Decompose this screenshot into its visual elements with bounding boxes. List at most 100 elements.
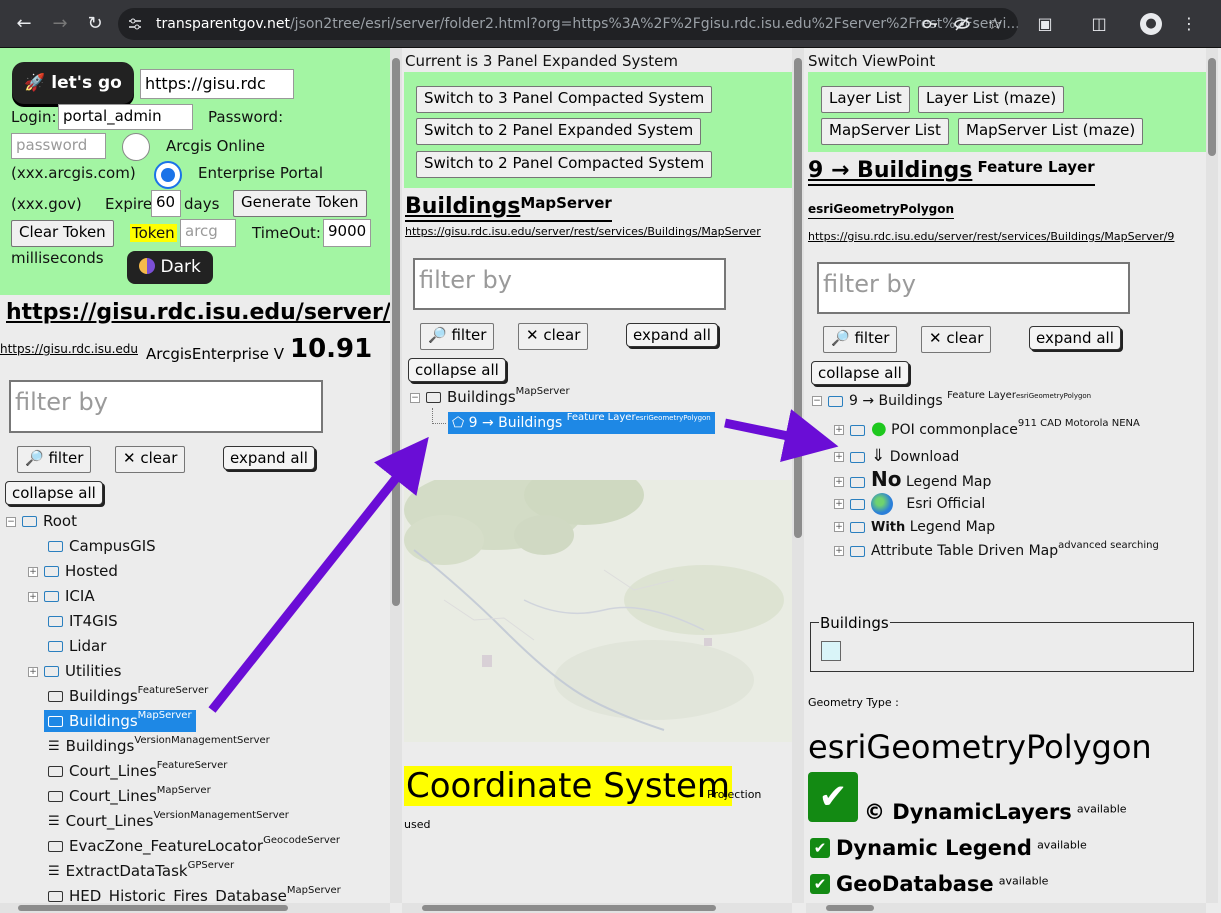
expand-toggle-icon[interactable]: + (834, 499, 844, 509)
dark-mode-button[interactable]: Dark (127, 251, 213, 284)
tree-node-root[interactable]: − Root (6, 510, 77, 532)
tree-node-mapserver[interactable]: − BuildingsMapServer (410, 386, 570, 408)
expand-all-button[interactable]: expand all (1029, 326, 1121, 350)
arcgis-online-radio[interactable] (122, 133, 150, 161)
tree-node-tool[interactable]: + Esri Official (834, 493, 985, 515)
expand-toggle-icon[interactable]: + (834, 452, 844, 462)
filter-button[interactable]: 🔎 filter (17, 446, 92, 473)
tree-node-layer[interactable]: −9 → Buildings Feature LayeresriGeometry… (812, 390, 1091, 412)
clear-token-button[interactable]: Clear Token (11, 220, 114, 247)
clear-button[interactable]: ✕ clear (518, 323, 589, 350)
filter-input[interactable]: filter by (413, 258, 726, 310)
expand-toggle-icon[interactable]: + (834, 522, 844, 532)
expand-toggle-icon[interactable]: + (834, 425, 844, 435)
expand-toggle-icon[interactable]: + (834, 477, 844, 487)
layers-stack-icon: ☰ (48, 738, 60, 754)
server-link[interactable]: https://gisu.rdc.isu.edu (0, 342, 138, 356)
middle-hscrollbar[interactable] (402, 903, 792, 913)
expand-toggle-icon[interactable]: + (28, 566, 38, 577)
map-server-icon (48, 891, 63, 902)
generate-token-button[interactable]: Generate Token (233, 190, 367, 217)
polygon-icon: ⬠ (452, 415, 465, 431)
server-url-input[interactable]: https://gisu.rdc (140, 69, 294, 99)
folder-icon (850, 424, 865, 436)
clear-button[interactable]: ✕ clear (115, 446, 186, 473)
expand-toggle-icon[interactable]: + (28, 591, 38, 602)
layer-list-button[interactable]: Layer List (821, 86, 910, 113)
tree-node-tool[interactable]: + With Legend Map (834, 516, 995, 538)
collapse-all-button[interactable]: collapse all (5, 481, 103, 505)
filter-input[interactable]: filter by (9, 380, 323, 433)
folder-icon (850, 545, 865, 557)
collapse-all-button[interactable]: collapse all (408, 358, 506, 382)
enterprise-portal-radio[interactable] (154, 161, 182, 189)
expire-input[interactable]: 60 (151, 190, 181, 217)
tree-node-folder[interactable]: IT4GIS (48, 610, 118, 632)
right-vscrollbar[interactable] (1206, 48, 1218, 903)
lets-go-button[interactable]: 🚀 let's go (12, 62, 134, 104)
right-hscrollbar[interactable] (806, 903, 1206, 913)
tree-node-folder[interactable]: + Utilities (28, 660, 121, 682)
tree-node-tool[interactable]: + No Legend Map (834, 468, 991, 490)
middle-vscrollbar[interactable] (792, 48, 804, 903)
tree-node-folder[interactable]: CampusGIS (48, 535, 156, 557)
bookmark-star-icon[interactable]: ☆ (984, 13, 1006, 35)
server-url-title[interactable]: https://gisu.rdc.isu.edu/server/rest (6, 300, 390, 325)
expand-all-button[interactable]: expand all (626, 323, 718, 347)
profile-avatar-icon[interactable]: ● (1140, 13, 1162, 35)
mapserver-list-maze-button[interactable]: MapServer List (maze) (958, 118, 1144, 145)
collapse-toggle-icon[interactable]: − (812, 396, 822, 406)
tree-node-folder[interactable]: Lidar (48, 635, 106, 657)
collapse-toggle-icon[interactable]: − (6, 516, 16, 527)
tree-node-service[interactable]: BuildingsFeatureServer (48, 685, 208, 707)
filter-button[interactable]: 🔎 filter (823, 326, 898, 353)
switch-3-compact-button[interactable]: Switch to 3 Panel Compacted System (416, 86, 713, 113)
mapserver-list-button[interactable]: MapServer List (821, 118, 949, 145)
tree-node-tool[interactable]: + ⇓ Download (834, 445, 959, 467)
layer-list-maze-button[interactable]: Layer List (maze) (918, 86, 1065, 113)
service-url-link[interactable]: https://gisu.rdc.isu.edu/server/rest/ser… (405, 225, 761, 238)
tree-node-tool[interactable]: + Attribute Table Driven Mapadvanced sear… (834, 540, 1159, 562)
switch-2-compact-button[interactable]: Switch to 2 Panel Compacted System (416, 151, 713, 178)
address-bar[interactable]: transparentgov.net/json2tree/esri/server… (118, 8, 1018, 40)
projection-note-used: used (404, 818, 431, 831)
tree-node-service[interactable]: Court_LinesMapServer (48, 785, 211, 807)
expand-toggle-icon[interactable]: + (834, 546, 844, 556)
forward-icon[interactable]: → (48, 12, 72, 36)
left-hscrollbar[interactable] (0, 903, 390, 913)
login-input[interactable]: portal_admin (58, 104, 193, 130)
extensions-icon[interactable]: ▣ (1034, 13, 1056, 35)
expand-all-button[interactable]: expand all (223, 446, 315, 470)
tree-node-layer-selected[interactable]: ⬠ 9 → Buildings Feature LayeresriGeometr… (448, 412, 715, 434)
collapse-toggle-icon[interactable]: − (410, 392, 420, 403)
layer-url-link[interactable]: https://gisu.rdc.isu.edu/server/rest/ser… (808, 230, 1174, 243)
clear-button[interactable]: ✕ clear (921, 326, 992, 353)
tree-node-service[interactable]: ☰ Court_LinesVersionManagementServer (48, 810, 289, 832)
tree-node-service[interactable]: Court_LinesFeatureServer (48, 760, 227, 782)
tree-node-service[interactable]: ☰ BuildingsVersionManagementServer (48, 735, 270, 757)
expand-toggle-icon[interactable]: + (28, 666, 38, 677)
service-title: BuildingsMapServer (405, 194, 612, 222)
switch-2-expanded-button[interactable]: Switch to 2 Panel Expanded System (416, 118, 702, 145)
tree-node-service[interactable]: ☰ ExtractDataTaskGPServer (48, 860, 234, 882)
tree-node-tool[interactable]: + ● POI commonplace911 CAD Motorola NENA (834, 418, 1140, 440)
timeout-input[interactable]: 9000 (323, 219, 371, 247)
site-settings-icon[interactable] (128, 17, 142, 31)
side-panel-icon[interactable]: ◫ (1088, 13, 1110, 35)
tree-node-service[interactable]: EvacZone_FeatureLocatorGeocodeServer (48, 835, 340, 857)
menu-kebab-icon[interactable]: ⋮ (1178, 13, 1200, 35)
token-input[interactable]: arcg (180, 219, 236, 247)
collapse-all-button[interactable]: collapse all (811, 361, 909, 385)
tree-node-service-selected[interactable]: BuildingsMapServer (44, 710, 196, 732)
tree-node-folder[interactable]: + ICIA (28, 585, 95, 607)
filter-input[interactable]: filter by (817, 262, 1130, 314)
map-preview[interactable] (404, 480, 792, 742)
key-icon[interactable] (922, 16, 938, 32)
eye-off-icon[interactable] (954, 16, 970, 32)
password-input[interactable]: password (11, 133, 106, 159)
back-icon[interactable]: ← (12, 12, 36, 36)
reload-icon[interactable]: ↻ (83, 12, 107, 36)
left-vscrollbar[interactable] (390, 48, 402, 903)
tree-node-folder[interactable]: + Hosted (28, 560, 118, 582)
filter-button[interactable]: 🔎 filter (420, 323, 495, 350)
